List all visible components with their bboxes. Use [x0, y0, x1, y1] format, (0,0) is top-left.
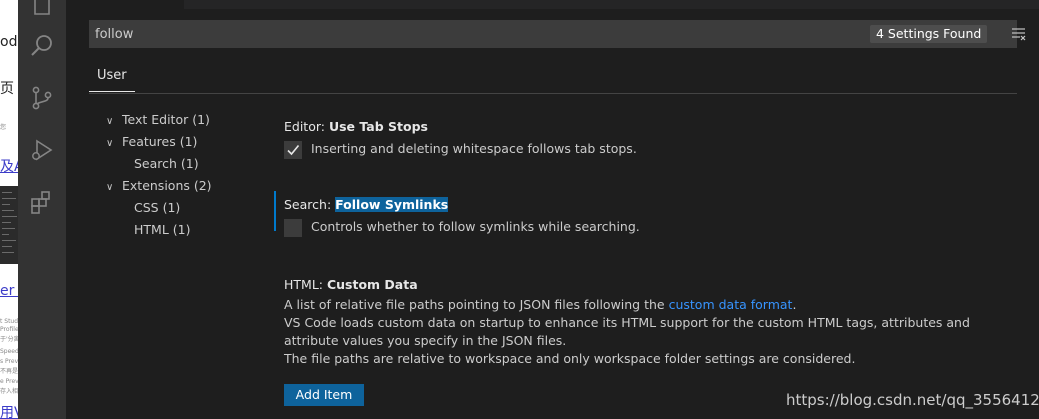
setting-title: Editor: Use Tab Stops: [284, 119, 428, 134]
browser-text-fragment: 不再是: [0, 368, 18, 375]
setting-title: Search: Follow Symlinks: [284, 197, 449, 212]
setting-title: HTML: Custom Data: [284, 277, 418, 292]
focused-setting-indicator: [274, 191, 276, 231]
editor-tab-strip: [66, 0, 1039, 9]
description-line: A list of relative file paths pointing t…: [284, 296, 1024, 314]
setting-category: HTML:: [284, 277, 327, 292]
toc-item-extensions[interactable]: ∨ Extensions (2): [106, 175, 212, 197]
browser-text-fragment: od: [0, 34, 18, 50]
use-tab-stops-checkbox[interactable]: [284, 141, 302, 159]
setting-name: Use Tab Stops: [328, 119, 428, 134]
search-icon[interactable]: [18, 22, 66, 70]
run-debug-icon[interactable]: [18, 126, 66, 174]
source-control-icon[interactable]: [18, 74, 66, 122]
follow-symlinks-checkbox[interactable]: [284, 219, 302, 237]
browser-text-fragment: s Prev: [0, 358, 18, 365]
toc-item-label: Search (1): [134, 156, 199, 171]
results-count-badge: 4 Settings Found: [870, 25, 988, 43]
browser-text-fragment: 您: [0, 124, 7, 131]
background-browser-window: od 页 您 及A er 基 t Studi Profiler 于'分离 Spe…: [0, 0, 18, 419]
custom-data-format-link[interactable]: custom data format: [669, 297, 793, 312]
settings-scope-tabs: User: [89, 61, 1017, 94]
chevron-down-icon: ∨: [106, 138, 114, 149]
toc-item-label: HTML (1): [134, 222, 191, 237]
toc-item-label: CSS (1): [134, 200, 181, 215]
browser-code-thumbnail: [0, 186, 18, 264]
browser-link-fragment[interactable]: 及A: [0, 156, 18, 176]
browser-text-fragment: Speed: [0, 348, 18, 355]
browser-text-fragment: Profiler: [0, 326, 18, 333]
toc-item-css[interactable]: CSS (1): [134, 197, 180, 219]
settings-search-input[interactable]: [95, 25, 795, 43]
add-item-button[interactable]: Add Item: [284, 384, 364, 406]
toc-item-label: Extensions (2): [122, 178, 212, 193]
settings-search-box: 4 Settings Found: [89, 20, 1026, 48]
description-line: VS Code loads custom data on startup to …: [284, 315, 970, 348]
setting-description: A list of relative file paths pointing t…: [284, 296, 1024, 368]
browser-text-fragment: t Studi: [0, 318, 18, 325]
toc-item-text-editor[interactable]: ∨ Text Editor (1): [106, 109, 210, 131]
setting-name: Custom Data: [326, 277, 418, 292]
toc-item-search[interactable]: Search (1): [134, 153, 199, 175]
setting-category: Search:: [284, 197, 336, 212]
toc-item-features[interactable]: ∨ Features (1): [106, 131, 197, 153]
clear-filter-icon[interactable]: [1011, 27, 1026, 41]
activity-bar: [18, 0, 66, 419]
check-icon: [287, 144, 300, 156]
browser-link-fragment[interactable]: er 基: [0, 280, 18, 300]
setting-category: Editor:: [284, 119, 329, 134]
browser-text-fragment: 于'分离: [0, 336, 18, 343]
active-tab-remnant[interactable]: [66, 0, 184, 9]
description-text: .: [792, 297, 797, 312]
toc-item-label: Features (1): [122, 134, 198, 149]
tab-user[interactable]: User: [89, 61, 135, 92]
browser-link-fragment[interactable]: 用V: [0, 402, 18, 419]
extensions-icon[interactable]: [18, 178, 66, 226]
settings-editor: 4 Settings Found User ∨ Text Editor (1) ∨…: [66, 9, 1039, 419]
watermark-url: https://blog.csdn.net/qq_35564123: [786, 391, 1039, 409]
browser-text-fragment: e Previ: [0, 378, 18, 385]
toc-item-html[interactable]: HTML (1): [134, 219, 190, 241]
chevron-down-icon: ∨: [106, 116, 114, 127]
toc-item-label: Text Editor (1): [122, 112, 210, 127]
setting-description: Controls whether to follow symlinks whil…: [311, 219, 640, 234]
description-line: The file paths are relative to workspace…: [284, 351, 856, 366]
description-text: A list of relative file paths pointing t…: [284, 297, 669, 312]
browser-text-fragment: 存入相: [0, 388, 18, 395]
chevron-down-icon: ∨: [106, 182, 114, 193]
setting-description: Inserting and deleting whitespace follow…: [311, 141, 637, 156]
browser-text-fragment: 页: [0, 81, 14, 97]
setting-name-search-highlight: Follow Symlinks: [335, 197, 449, 212]
